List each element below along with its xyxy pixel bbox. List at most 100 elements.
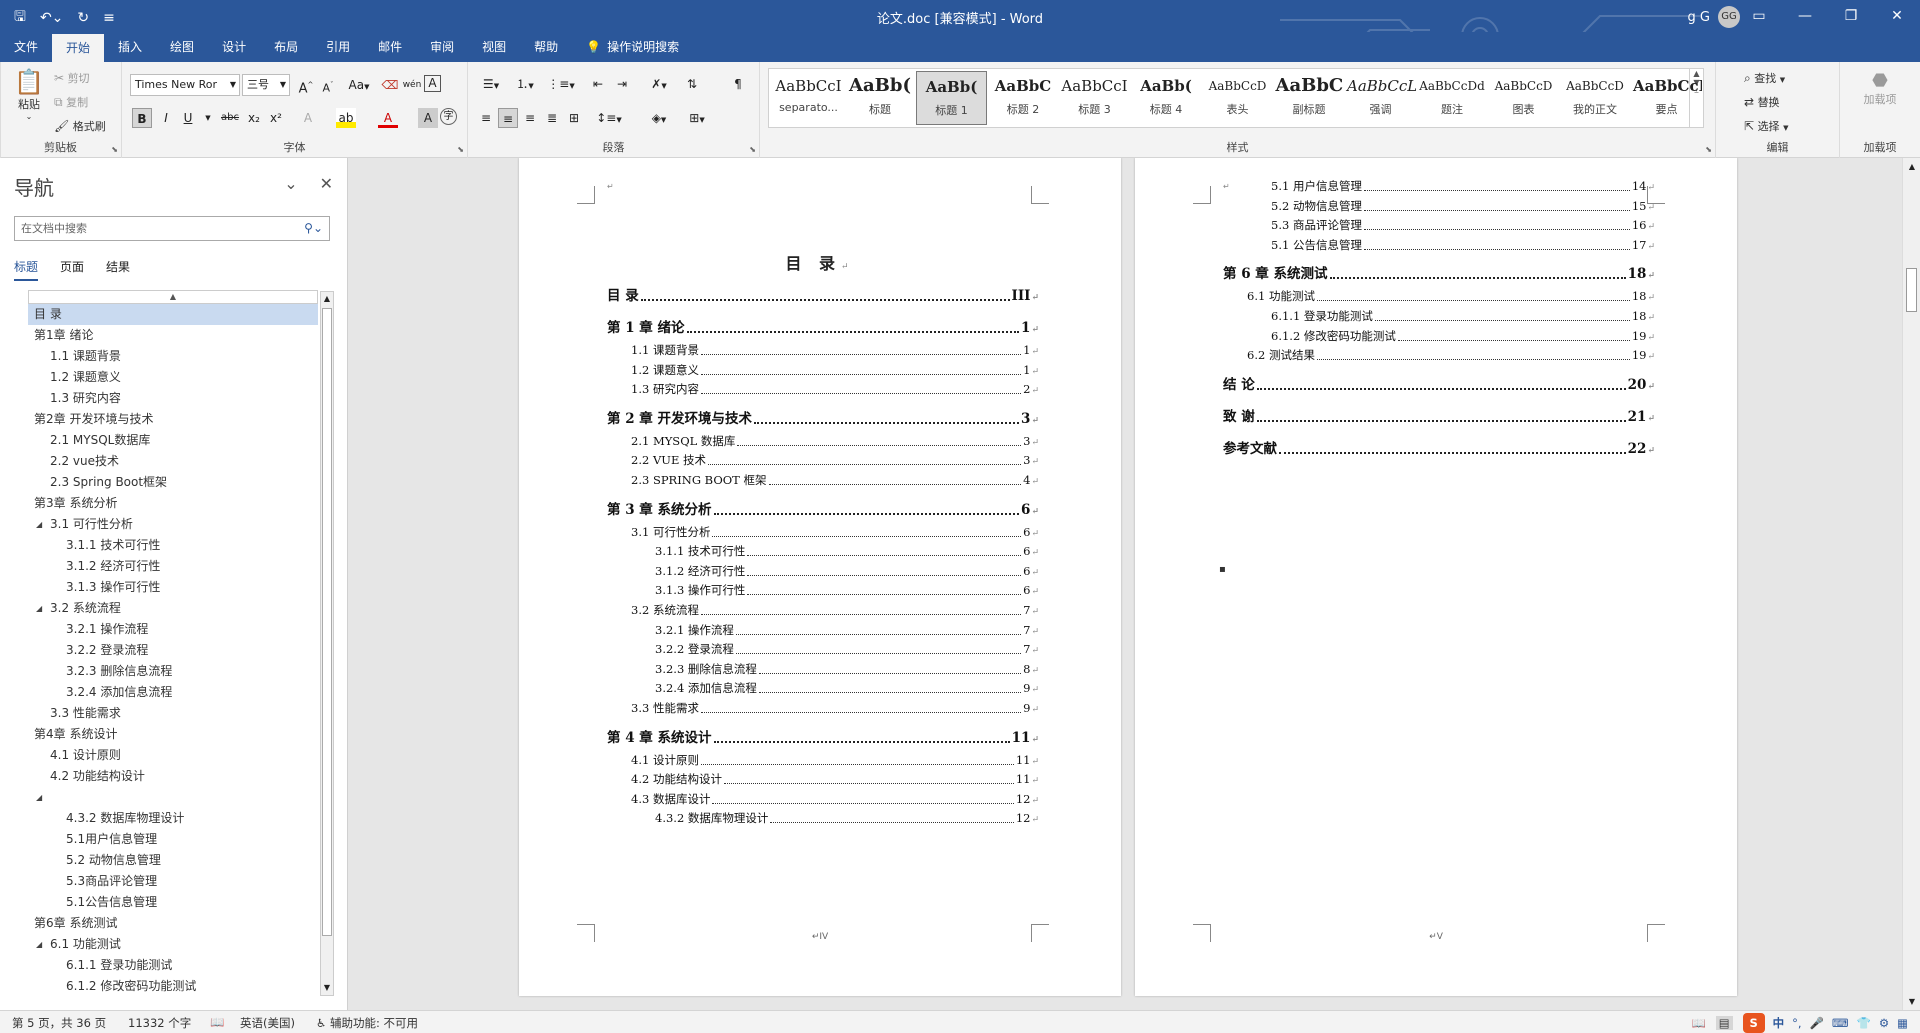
expand-triangle-icon[interactable]: ◢ bbox=[36, 514, 42, 535]
style-10[interactable]: AaBbCcD 图表 bbox=[1488, 71, 1559, 125]
nav-heading-item[interactable]: 2.1 MYSQL数据库 bbox=[28, 430, 318, 451]
nav-heading-item[interactable]: 2.2 vue技术 bbox=[28, 451, 318, 472]
close-window-icon[interactable]: ✕ bbox=[1874, 0, 1920, 32]
nav-heading-item[interactable]: 3.1.3 操作可行性 bbox=[28, 577, 318, 598]
dialog-launcher-icon[interactable]: ⬊ bbox=[457, 145, 464, 154]
italic-button[interactable]: I bbox=[156, 108, 176, 128]
toc-entry[interactable]: 6.2 测试结果 19 ↵ bbox=[1223, 347, 1655, 363]
chinese-layout-icon[interactable]: ✗▼ bbox=[644, 74, 674, 94]
justify-icon[interactable]: ≣ bbox=[542, 108, 562, 128]
page-iv[interactable]: ↵ 目 录↵ 目 录 III ↵ 第 1 章 绪论 1 ↵ 1.1 课题背景 1 ↵ 1.2 课题… bbox=[519, 158, 1121, 996]
print-layout-icon[interactable]: ▤ bbox=[1715, 1016, 1733, 1030]
toc-entry[interactable]: 5.1 用户信息管理 14 ↵ bbox=[1223, 178, 1655, 194]
page-v[interactable]: ↵ 5.1 用户信息管理 14 ↵ 5.2 动物信息管理 15 ↵ 5.3 商品评论管理 16… bbox=[1135, 158, 1737, 996]
toc-entry[interactable]: 第 2 章 开发环境与技术 3 ↵ bbox=[607, 407, 1039, 427]
align-center-icon[interactable]: ≡ bbox=[498, 108, 518, 128]
document-scrollbar[interactable]: ▲ ▼ bbox=[1902, 158, 1920, 1010]
tab-insert[interactable]: 插入 bbox=[104, 32, 156, 62]
distributed-icon[interactable]: ⊞ bbox=[564, 108, 584, 128]
nav-heading-item[interactable]: 5.3商品评论管理 bbox=[28, 871, 318, 892]
toc-entry[interactable]: 1.1 课题背景 1 ↵ bbox=[607, 342, 1039, 358]
toc-entry[interactable]: 目 录 III ↵ bbox=[607, 284, 1039, 304]
toc-entry[interactable]: 参考文献 22 ↵ bbox=[1223, 437, 1655, 457]
replace-button[interactable]: ⇄ 替换 bbox=[1744, 94, 1780, 110]
toc-entry[interactable]: 5.3 商品评论管理 16 ↵ bbox=[1223, 217, 1655, 233]
toc-entry[interactable]: 第 3 章 系统分析 6 ↵ bbox=[607, 498, 1039, 518]
page-count-status[interactable]: 第 5 页，共 36 页 bbox=[12, 1015, 106, 1031]
toc-entry[interactable]: 4.3 数据库设计 12 ↵ bbox=[607, 791, 1039, 807]
nav-heading-item[interactable]: ◢ 3.2 系统流程 bbox=[28, 598, 318, 619]
style-11[interactable]: AaBbCcD 我的正文 bbox=[1560, 71, 1631, 125]
dialog-launcher-icon[interactable]: ⬊ bbox=[749, 145, 756, 154]
highlight-icon[interactable]: ab bbox=[336, 108, 356, 128]
nav-tab-results[interactable]: 结果 bbox=[106, 258, 130, 281]
minimize-icon[interactable]: — bbox=[1782, 0, 1828, 32]
expand-triangle-icon[interactable]: ◢ bbox=[36, 787, 42, 808]
toc-entry[interactable]: 5.1 公告信息管理 17 ↵ bbox=[1223, 237, 1655, 253]
toc-entry[interactable]: 4.3.2 数据库物理设计 12 ↵ bbox=[607, 810, 1039, 826]
addins-button[interactable]: ⬣ 加载项 bbox=[1858, 70, 1902, 107]
toc-entry[interactable]: 致 谢 21 ↵ bbox=[1223, 405, 1655, 425]
chevron-down-icon[interactable]: ⌄ bbox=[284, 174, 297, 193]
toc-entry[interactable]: 1.2 课题意义 1 ↵ bbox=[607, 362, 1039, 378]
restore-icon[interactable]: ❐ bbox=[1828, 0, 1874, 32]
nav-heading-item[interactable]: 6.1.2 修改密码功能测试 bbox=[28, 976, 318, 996]
style-6[interactable]: AaBbCcD 表头 bbox=[1202, 71, 1273, 125]
style-4[interactable]: AaBbCcI 标题 3 bbox=[1059, 71, 1130, 125]
nav-heading-item[interactable]: 4.1 设计原则 bbox=[28, 745, 318, 766]
toc-entry[interactable]: 6.1.1 登录功能测试 18 ↵ bbox=[1223, 308, 1655, 324]
numbering-icon[interactable]: ⒈▼ bbox=[510, 74, 540, 94]
nav-heading-item[interactable]: ◢第6章 系统测试 bbox=[28, 913, 318, 934]
nav-heading-item[interactable]: ◢第2章 开发环境与技术 bbox=[28, 409, 318, 430]
select-button[interactable]: ⇱ 选择 ▼ bbox=[1744, 118, 1788, 134]
strikethrough-button[interactable]: abc bbox=[218, 108, 242, 128]
nav-search-input[interactable]: 在文档中搜索 ⚲⌄ bbox=[14, 216, 330, 241]
scroll-thumb[interactable] bbox=[322, 308, 332, 936]
toc-entry[interactable]: 1.3 研究内容 2 ↵ bbox=[607, 381, 1039, 397]
tab-help[interactable]: 帮助 bbox=[520, 32, 572, 62]
nav-heading-item[interactable]: 5.2 动物信息管理 bbox=[28, 850, 318, 871]
clear-formatting-icon[interactable]: ⌫ bbox=[380, 75, 400, 95]
nav-heading-item[interactable]: 4.2 功能结构设计 bbox=[28, 766, 318, 787]
style-12[interactable]: AaBbCcI 要点 bbox=[1631, 71, 1702, 125]
toc-entry[interactable]: 2.1 MYSQL 数据库 3 ↵ bbox=[607, 433, 1039, 449]
tell-me-search[interactable]: 💡 操作说明搜索 bbox=[572, 32, 679, 62]
find-button[interactable]: ⌕ 查找 ▼ bbox=[1744, 70, 1785, 86]
tab-view[interactable]: 视图 bbox=[468, 32, 520, 62]
nav-heading-item[interactable]: 目 录 bbox=[28, 304, 318, 325]
nav-scrollbar[interactable]: ▲ ▼ bbox=[320, 291, 334, 996]
toc-entry[interactable]: 2.3 SPRING BOOT 框架 4 ↵ bbox=[607, 472, 1039, 488]
scroll-thumb[interactable] bbox=[1906, 268, 1917, 312]
nav-heading-item[interactable]: ◢ 6.1 功能测试 bbox=[28, 934, 318, 955]
sort-icon[interactable]: ⇅ bbox=[682, 74, 702, 94]
nav-heading-item[interactable]: 3.1.1 技术可行性 bbox=[28, 535, 318, 556]
scroll-down-icon[interactable]: ▼ bbox=[321, 981, 333, 995]
enclose-characters-icon[interactable]: 字 bbox=[440, 108, 457, 125]
shrink-font-button[interactable]: Aˇ bbox=[318, 75, 338, 95]
borders-icon[interactable]: ⊞▼ bbox=[682, 108, 712, 128]
multilevel-list-icon[interactable]: ⋮≡▼ bbox=[546, 74, 576, 94]
phonetic-guide-button[interactable]: wén bbox=[402, 75, 422, 95]
nav-heading-item[interactable]: ◢第1章 绪论 bbox=[28, 325, 318, 346]
grid-icon[interactable]: ▦ bbox=[1897, 1016, 1908, 1030]
chevron-down-icon[interactable]: ▼ bbox=[198, 108, 218, 128]
punctuation-icon[interactable]: °, bbox=[1792, 1016, 1801, 1030]
scroll-down-icon[interactable]: ▼ bbox=[1903, 997, 1920, 1006]
character-shading-icon[interactable]: A bbox=[418, 108, 438, 128]
keyboard-icon[interactable]: ⌨ bbox=[1832, 1016, 1849, 1030]
toc-entry[interactable]: 3.2.3 删除信息流程 8 ↵ bbox=[607, 661, 1039, 677]
toc-entry[interactable]: 4.1 设计原则 11 ↵ bbox=[607, 752, 1039, 768]
style-0[interactable]: AaBbCcI separato... bbox=[773, 71, 844, 125]
nav-heading-item[interactable]: 4.3.2 数据库物理设计 bbox=[28, 808, 318, 829]
search-icon[interactable]: ⚲⌄ bbox=[304, 217, 323, 240]
font-size-combo[interactable]: 三号 ▼ bbox=[242, 74, 290, 96]
toc-entry[interactable]: 3.1.2 经济可行性 6 ↵ bbox=[607, 563, 1039, 579]
bullets-icon[interactable]: ☰▼ bbox=[476, 74, 506, 94]
toc-entry[interactable]: 6.1 功能测试 18 ↵ bbox=[1223, 288, 1655, 304]
toc-entry[interactable]: 3.2.2 登录流程 7 ↵ bbox=[607, 641, 1039, 657]
character-border-button[interactable]: A bbox=[424, 75, 441, 92]
toc-entry[interactable]: 第 4 章 系统设计 11 ↵ bbox=[607, 726, 1039, 746]
show-hide-marks-icon[interactable]: ¶ bbox=[728, 74, 748, 94]
nav-heading-item[interactable]: 5.1用户信息管理 bbox=[28, 829, 318, 850]
style-3[interactable]: AaBbC 标题 2 bbox=[988, 71, 1059, 125]
